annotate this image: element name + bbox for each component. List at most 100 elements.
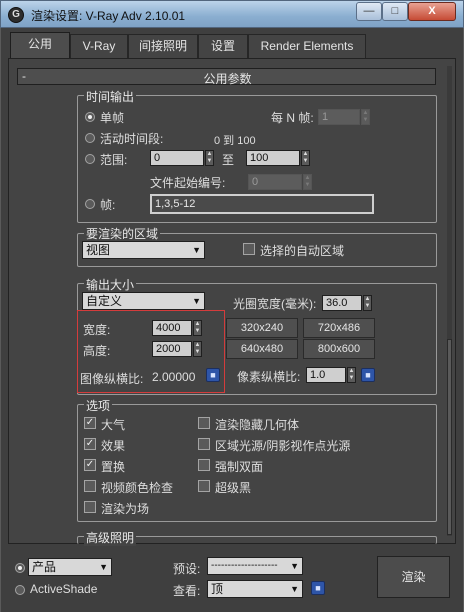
super-black-checkbox[interactable] <box>198 480 210 492</box>
height-label: 高度: <box>83 344 111 358</box>
view-label: 查看: <box>173 584 201 598</box>
render-area-value: 视图 <box>86 243 111 257</box>
area-lights-label: 区域光源/阴影视作点光源 <box>215 439 351 453</box>
range-start-field[interactable]: 0 <box>150 150 204 166</box>
atmospherics-checkbox[interactable]: ✓ <box>84 417 96 429</box>
effects-label: 效果 <box>101 439 126 453</box>
tab-settings[interactable]: 设置 <box>198 34 248 58</box>
preset-value: -------------------- <box>211 560 278 571</box>
close-button[interactable]: X <box>408 2 456 21</box>
preset-320x240-button[interactable]: 320x240 <box>226 318 298 338</box>
frames-radio[interactable] <box>85 199 95 209</box>
active-segment-label: 活动时间段: <box>100 132 164 146</box>
aperture-field[interactable]: 36.0 <box>322 295 362 311</box>
aperture-label: 光圈宽度(毫米): <box>233 297 317 311</box>
preset-640x480-button[interactable]: 640x480 <box>226 339 298 359</box>
chevron-down-icon: ▼ <box>192 296 201 306</box>
range-radio[interactable] <box>85 154 95 164</box>
render-area-dropdown[interactable]: 视图 ▼ <box>82 241 205 259</box>
tab-indirect-illumination[interactable]: 间接照明 <box>128 34 198 58</box>
view-value: 顶 <box>211 582 224 596</box>
image-aspect-label: 图像纵横比: <box>80 372 144 386</box>
auto-region-checkbox[interactable] <box>243 243 255 255</box>
chevron-down-icon: ▼ <box>290 584 299 594</box>
force-2-sided-label: 强制双面 <box>215 460 264 474</box>
scrollbar-thumb[interactable] <box>447 339 452 535</box>
tab-vray[interactable]: V-Ray <box>70 34 128 58</box>
render-to-fields-label: 渲染为场 <box>101 502 150 516</box>
options-title: 选项 <box>84 397 113 414</box>
rollout-title: 公用参数 <box>203 72 252 86</box>
range-end-spinner[interactable]: ▲ ▼ <box>301 150 310 166</box>
lock-pixel-aspect-icon[interactable]: ■ <box>361 368 375 382</box>
super-black-label: 超级黑 <box>215 481 252 495</box>
effects-checkbox[interactable]: ✓ <box>84 438 96 450</box>
preset-720x486-button[interactable]: 720x486 <box>303 318 375 338</box>
file-start-label: 文件起始编号: <box>150 176 226 190</box>
atmospherics-label: 大气 <box>101 418 126 432</box>
active-segment-range: 0 到 100 <box>214 135 256 147</box>
every-n-spinner[interactable]: ▲ ▼ <box>361 109 370 125</box>
single-frame-radio[interactable] <box>85 112 95 122</box>
activeshade-label: ActiveShade <box>30 582 98 596</box>
area-lights-checkbox[interactable] <box>198 438 210 450</box>
preset-label: 预设: <box>173 562 201 576</box>
height-spinner[interactable]: ▲ ▼ <box>193 341 202 357</box>
tab-render-elements[interactable]: Render Elements <box>248 34 366 58</box>
pixel-aspect-spinner[interactable]: ▲ ▼ <box>347 367 356 383</box>
single-frame-label: 单帧 <box>100 111 125 125</box>
tab-common[interactable]: 公用 <box>10 32 70 59</box>
output-size-value: 自定义 <box>86 294 123 308</box>
video-color-check-label: 视频颜色检查 <box>101 481 174 495</box>
render-mode-value: 产品 <box>32 560 57 574</box>
window-title: 渲染设置: V-Ray Adv 2.10.01 <box>31 9 186 23</box>
height-field[interactable]: 2000 <box>152 341 192 357</box>
pixel-aspect-field[interactable]: 1.0 <box>306 367 346 383</box>
view-dropdown[interactable]: 顶 ▼ <box>207 580 303 598</box>
advanced-lighting-title: 高级照明 <box>84 529 137 546</box>
activeshade-radio[interactable] <box>15 585 25 595</box>
frames-input[interactable]: 1,3,5-12 <box>150 194 374 214</box>
width-spinner[interactable]: ▲ ▼ <box>193 320 202 336</box>
lock-aspect-icon[interactable]: ■ <box>206 368 220 382</box>
file-start-spinner[interactable]: ▲ ▼ <box>303 174 312 190</box>
render-mode-dropdown[interactable]: 产品 ▼ <box>28 558 112 576</box>
range-end-field[interactable]: 100 <box>246 150 300 166</box>
render-hidden-checkbox[interactable] <box>198 417 210 429</box>
lock-view-icon[interactable]: ■ <box>311 581 325 595</box>
width-field[interactable]: 4000 <box>152 320 192 336</box>
time-output-title: 时间输出 <box>84 88 137 105</box>
render-area-title: 要渲染的区域 <box>84 225 161 242</box>
displacement-label: 置换 <box>101 460 126 474</box>
chevron-down-icon: ▼ <box>192 245 201 255</box>
every-n-label: 每 N 帧: <box>271 111 314 125</box>
title-bar[interactable]: G 渲染设置: V-Ray Adv 2.10.01 — □ X <box>0 0 464 28</box>
chevron-down-icon: ▼ <box>290 561 299 571</box>
range-start-spinner[interactable]: ▲ ▼ <box>205 150 214 166</box>
output-size-title: 输出大小 <box>84 276 137 293</box>
output-size-dropdown[interactable]: 自定义 ▼ <box>82 292 205 310</box>
chevron-down-icon: ▼ <box>99 562 108 572</box>
range-label: 范围: <box>100 153 128 167</box>
render-button[interactable]: 渲染 <box>377 556 450 598</box>
every-n-field[interactable]: 1 <box>318 109 360 125</box>
render-to-fields-checkbox[interactable] <box>84 501 96 513</box>
image-aspect-value: 2.00000 <box>152 370 196 384</box>
active-segment-radio[interactable] <box>85 133 95 143</box>
auto-region-label: 选择的自动区域 <box>260 244 345 258</box>
displacement-checkbox[interactable]: ✓ <box>84 459 96 471</box>
file-start-field[interactable]: 0 <box>248 174 302 190</box>
app-logo-icon: G <box>8 7 24 23</box>
range-to-label: 至 <box>222 153 235 167</box>
minimize-button[interactable]: — <box>356 2 382 21</box>
production-radio[interactable] <box>15 563 25 573</box>
tab-bar: 公用 V-Ray 间接照明 设置 Render Elements <box>8 32 456 59</box>
width-label: 宽度: <box>83 323 111 337</box>
preset-dropdown[interactable]: -------------------- ▼ <box>207 557 303 575</box>
force-2-sided-checkbox[interactable] <box>198 459 210 471</box>
preset-800x600-button[interactable]: 800x600 <box>303 339 375 359</box>
maximize-button[interactable]: □ <box>382 2 408 21</box>
rollout-header-common-params[interactable]: - 公用参数 <box>17 68 436 86</box>
video-color-check-checkbox[interactable] <box>84 480 96 492</box>
aperture-spinner[interactable]: ▲ ▼ <box>363 295 372 311</box>
